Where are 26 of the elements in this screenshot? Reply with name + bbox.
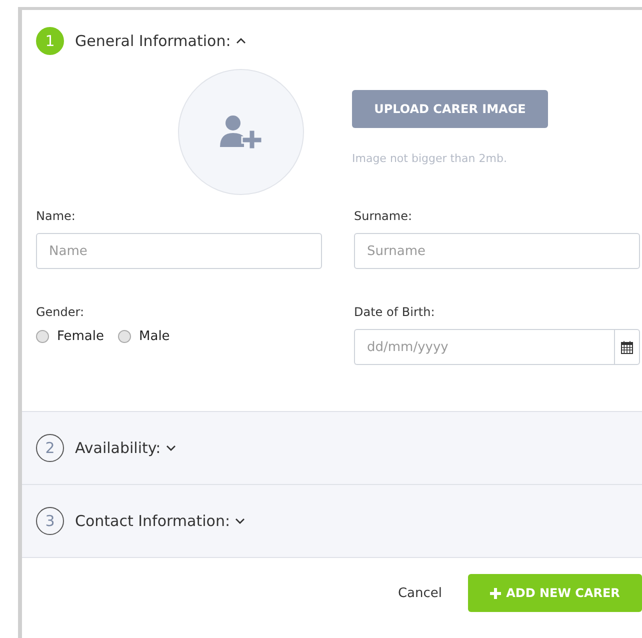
chevron-icon[interactable] — [166, 445, 176, 451]
surname-input[interactable]: Surname — [354, 233, 640, 269]
radio-label[interactable]: Male — [139, 329, 170, 344]
add-user-icon — [219, 115, 263, 149]
field-label: Name: — [36, 209, 76, 223]
name-input[interactable]: Name — [36, 233, 322, 269]
field-label: Gender: — [36, 305, 86, 319]
field-label: Surname: — [354, 209, 414, 223]
section-title[interactable]: General Information: — [75, 32, 231, 50]
radio-button[interactable] — [118, 330, 132, 343]
plus-icon — [490, 588, 502, 598]
section-title[interactable]: Availability: — [75, 439, 161, 457]
cancel-button[interactable]: Cancel — [392, 584, 448, 602]
step-number: 2 — [36, 434, 64, 462]
step-number: 3 — [36, 507, 64, 535]
chevron-icon[interactable] — [235, 518, 246, 524]
field-label: Date of Birth: — [354, 305, 436, 319]
chevron-icon[interactable] — [236, 38, 246, 44]
step-number: 1 — [36, 27, 64, 55]
upload-hint: Image not bigger than 2mb. — [352, 152, 507, 165]
date-input[interactable]: dd/mm/yyyy — [354, 329, 614, 365]
calendar-icon — [621, 340, 633, 354]
section-title[interactable]: Contact Information: — [75, 512, 230, 530]
calendar-button[interactable] — [614, 329, 640, 365]
radio-label[interactable]: Female — [57, 329, 104, 344]
radio-button[interactable] — [36, 330, 49, 343]
